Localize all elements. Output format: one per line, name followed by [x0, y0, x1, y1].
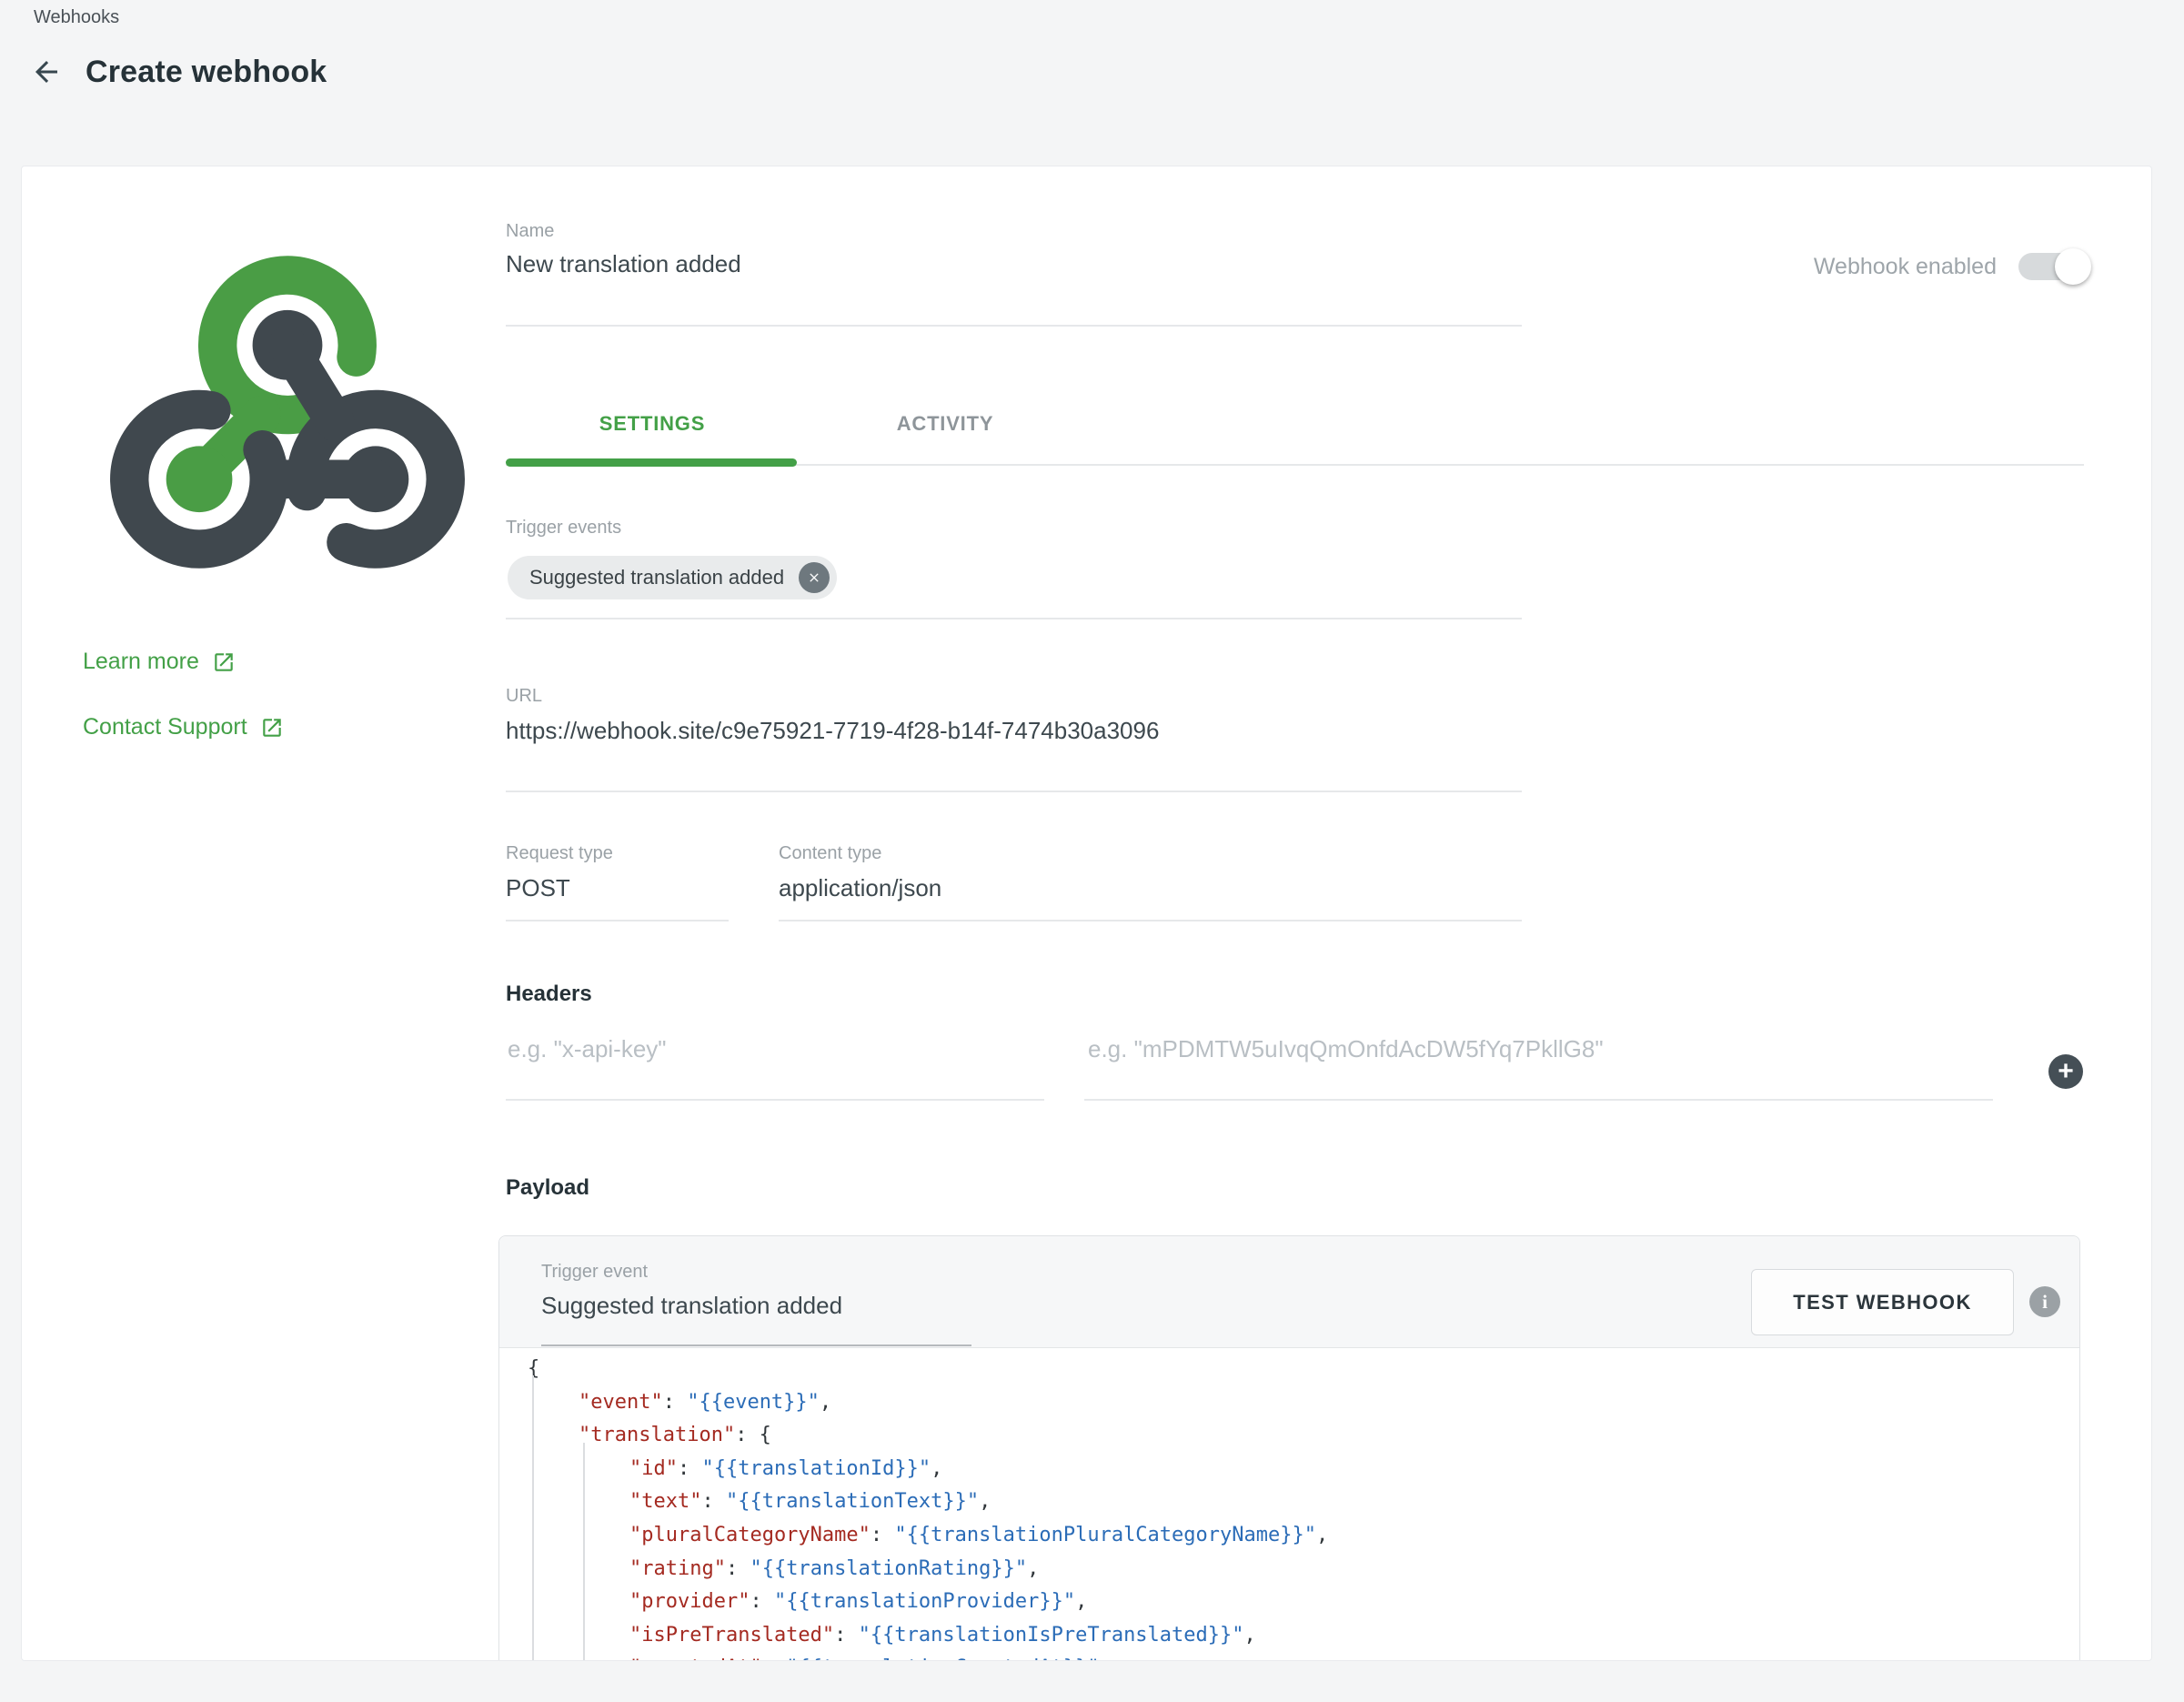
request-type-select[interactable]: POST	[506, 874, 570, 902]
code-line: "event": "{{event}}",	[499, 1386, 2079, 1420]
plus-icon: +	[2058, 1058, 2074, 1085]
code-line: "rating": "{{translationRating}}",	[499, 1553, 2079, 1586]
request-type-underline	[506, 920, 729, 921]
payload-trigger-event-select[interactable]: Suggested translation added	[541, 1292, 842, 1320]
close-icon	[807, 570, 821, 585]
page-title: Create webhook	[86, 55, 327, 90]
chip-label: Suggested translation added	[529, 566, 784, 589]
content-type-select[interactable]: application/json	[779, 874, 941, 902]
info-icon[interactable]: i	[2029, 1286, 2060, 1317]
payload-editor[interactable]: {"event": "{{event}}","translation": {"i…	[499, 1348, 2079, 1661]
trigger-events-label: Trigger events	[506, 518, 621, 539]
webhook-card: Learn more Contact Support Name Webhook …	[21, 166, 2152, 1661]
header-value-underline	[1084, 1099, 1993, 1101]
test-webhook-button[interactable]: TEST WEBHOOK	[1751, 1269, 2014, 1335]
payload-trigger-underline	[541, 1344, 971, 1346]
content-type-label: Content type	[779, 843, 881, 864]
breadcrumb[interactable]: Webhooks	[34, 7, 119, 28]
webhook-enabled-toggle[interactable]	[2018, 253, 2088, 280]
learn-more-label: Learn more	[83, 649, 199, 675]
webhook-enabled-label: Webhook enabled	[1814, 254, 1997, 280]
request-type-label: Request type	[506, 843, 613, 864]
indent-guide	[583, 1443, 585, 1661]
code-line: "createdAt": "{{translationCreatedAt}}",	[499, 1652, 2079, 1661]
payload-trigger-event-label: Trigger event	[541, 1262, 648, 1283]
header-value-input[interactable]	[1088, 1035, 1979, 1063]
payload-code: {"event": "{{event}}","translation": {"i…	[499, 1353, 2079, 1661]
url-input[interactable]	[506, 717, 1506, 745]
tab-activity[interactable]: ACTIVITY	[799, 403, 1092, 445]
payload-panel-header: Trigger event Suggested translation adde…	[499, 1236, 2079, 1348]
code-line: "isPreTranslated": "{{translationIsPreTr…	[499, 1619, 2079, 1653]
contact-support-label: Contact Support	[83, 714, 247, 740]
code-line: "translation": {	[499, 1419, 2079, 1453]
indent-guide	[532, 1375, 534, 1661]
name-input[interactable]	[506, 250, 1506, 278]
code-line: {	[499, 1353, 2079, 1386]
trigger-event-chip[interactable]: Suggested translation added	[508, 556, 837, 599]
tab-settings[interactable]: SETTINGS	[506, 403, 799, 445]
trigger-events-underline	[506, 618, 1522, 619]
header-key-underline	[506, 1099, 1044, 1101]
headers-title: Headers	[506, 982, 592, 1007]
external-link-icon	[212, 650, 236, 674]
tab-active-indicator	[506, 458, 797, 467]
name-label: Name	[506, 221, 554, 242]
content-type-underline	[779, 920, 1522, 921]
payload-panel: Trigger event Suggested translation adde…	[498, 1235, 2080, 1661]
header-key-input[interactable]	[508, 1035, 1035, 1063]
contact-support-link[interactable]: Contact Support	[83, 714, 284, 740]
code-line: "id": "{{translationId}}",	[499, 1453, 2079, 1486]
name-underline	[506, 325, 1522, 327]
url-underline	[506, 791, 1522, 792]
arrow-left-icon	[30, 55, 63, 88]
url-label: URL	[506, 686, 542, 707]
toggle-knob	[2055, 248, 2091, 285]
code-line: "pluralCategoryName": "{{translationPlur…	[499, 1519, 2079, 1553]
code-line: "text": "{{translationText}}",	[499, 1485, 2079, 1519]
back-button[interactable]	[27, 53, 65, 91]
code-line: "provider": "{{translationProvider}}",	[499, 1586, 2079, 1619]
add-header-button[interactable]: +	[2048, 1054, 2083, 1089]
webhook-logo	[104, 236, 471, 583]
payload-title: Payload	[506, 1175, 589, 1201]
chip-remove-button[interactable]	[799, 562, 830, 593]
learn-more-link[interactable]: Learn more	[83, 649, 236, 675]
external-link-icon	[260, 716, 284, 740]
